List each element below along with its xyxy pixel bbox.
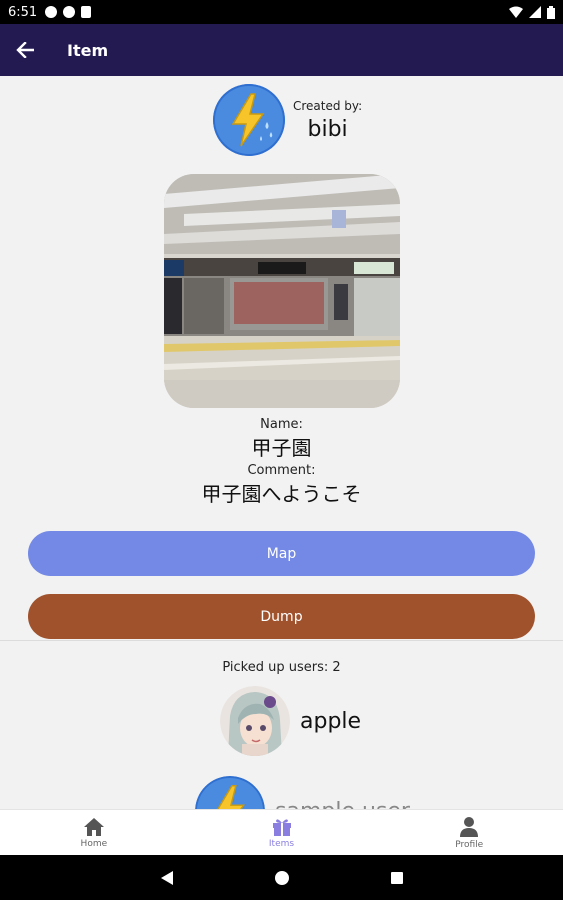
- user-name: sample user: [275, 799, 410, 810]
- user-avatar: [195, 776, 265, 809]
- item-detail-content[interactable]: Created by: bibi Name: 甲子園 Comment: 甲子園へ…: [0, 76, 563, 809]
- picked-up-label: Picked up users:: [222, 660, 329, 675]
- item-info: Name: 甲子園 Comment: 甲子園へようこそ: [0, 416, 563, 508]
- picked-user-item[interactable]: sample user: [195, 776, 410, 809]
- created-by-label: Created by:: [293, 98, 363, 113]
- status-bar: 6:51: [0, 0, 563, 24]
- nav-item-items[interactable]: Items: [188, 810, 376, 855]
- home-circle-icon: [274, 870, 289, 885]
- nav-label-home: Home: [80, 838, 108, 849]
- nav-item-home[interactable]: Home: [0, 810, 188, 855]
- back-triangle-icon: [160, 870, 173, 885]
- home-icon: [83, 817, 104, 836]
- map-button[interactable]: Map: [28, 531, 535, 576]
- signal-icon: [529, 6, 541, 18]
- wifi-icon: [509, 6, 523, 18]
- gift-icon: [272, 818, 291, 836]
- notification-icon: [45, 6, 58, 18]
- lightning-bolt-icon: [213, 84, 285, 156]
- item-photo[interactable]: [164, 174, 400, 408]
- item-comment: 甲子園へようこそ: [201, 482, 362, 506]
- system-navigation-bar: [0, 855, 563, 900]
- nav-label-items: Items: [268, 838, 295, 849]
- picked-user-item[interactable]: apple: [220, 686, 361, 756]
- creator-name: bibi: [307, 116, 348, 142]
- back-button[interactable]: [0, 24, 50, 76]
- recents-square-icon: [390, 871, 403, 884]
- name-label: Name:: [260, 417, 303, 432]
- nav-item-profile[interactable]: Profile: [375, 810, 563, 855]
- divider: [0, 640, 563, 641]
- notification-icon: [63, 6, 76, 18]
- person-icon: [460, 816, 479, 837]
- dump-button[interactable]: Dump: [28, 594, 535, 639]
- comment-label: Comment:: [247, 463, 316, 478]
- lightning-bolt-icon: [195, 776, 265, 809]
- status-time: 6:51: [8, 4, 38, 20]
- bottom-navigation: Home Items Profile: [0, 809, 563, 855]
- app-bar: Item: [0, 24, 563, 76]
- station-photo-image: [164, 174, 400, 408]
- user-name: apple: [300, 708, 362, 734]
- system-back-button[interactable]: [160, 870, 174, 886]
- battery-icon: [547, 5, 555, 19]
- system-recents-button[interactable]: [390, 871, 404, 885]
- arrow-back-icon: [16, 42, 34, 58]
- item-name: 甲子園: [251, 436, 312, 460]
- picked-up-count: 2: [332, 660, 341, 675]
- user-avatar: [220, 686, 290, 756]
- picked-up-users-count: Picked up users: 2: [0, 660, 563, 675]
- doc-icon: [81, 6, 92, 18]
- nav-label-profile: Profile: [455, 839, 484, 850]
- system-home-button[interactable]: [274, 870, 290, 886]
- creator-info: Created by: bibi: [213, 84, 362, 156]
- page-title: Item: [67, 40, 109, 60]
- creator-avatar[interactable]: [213, 84, 285, 156]
- anime-girl-avatar: [220, 686, 290, 756]
